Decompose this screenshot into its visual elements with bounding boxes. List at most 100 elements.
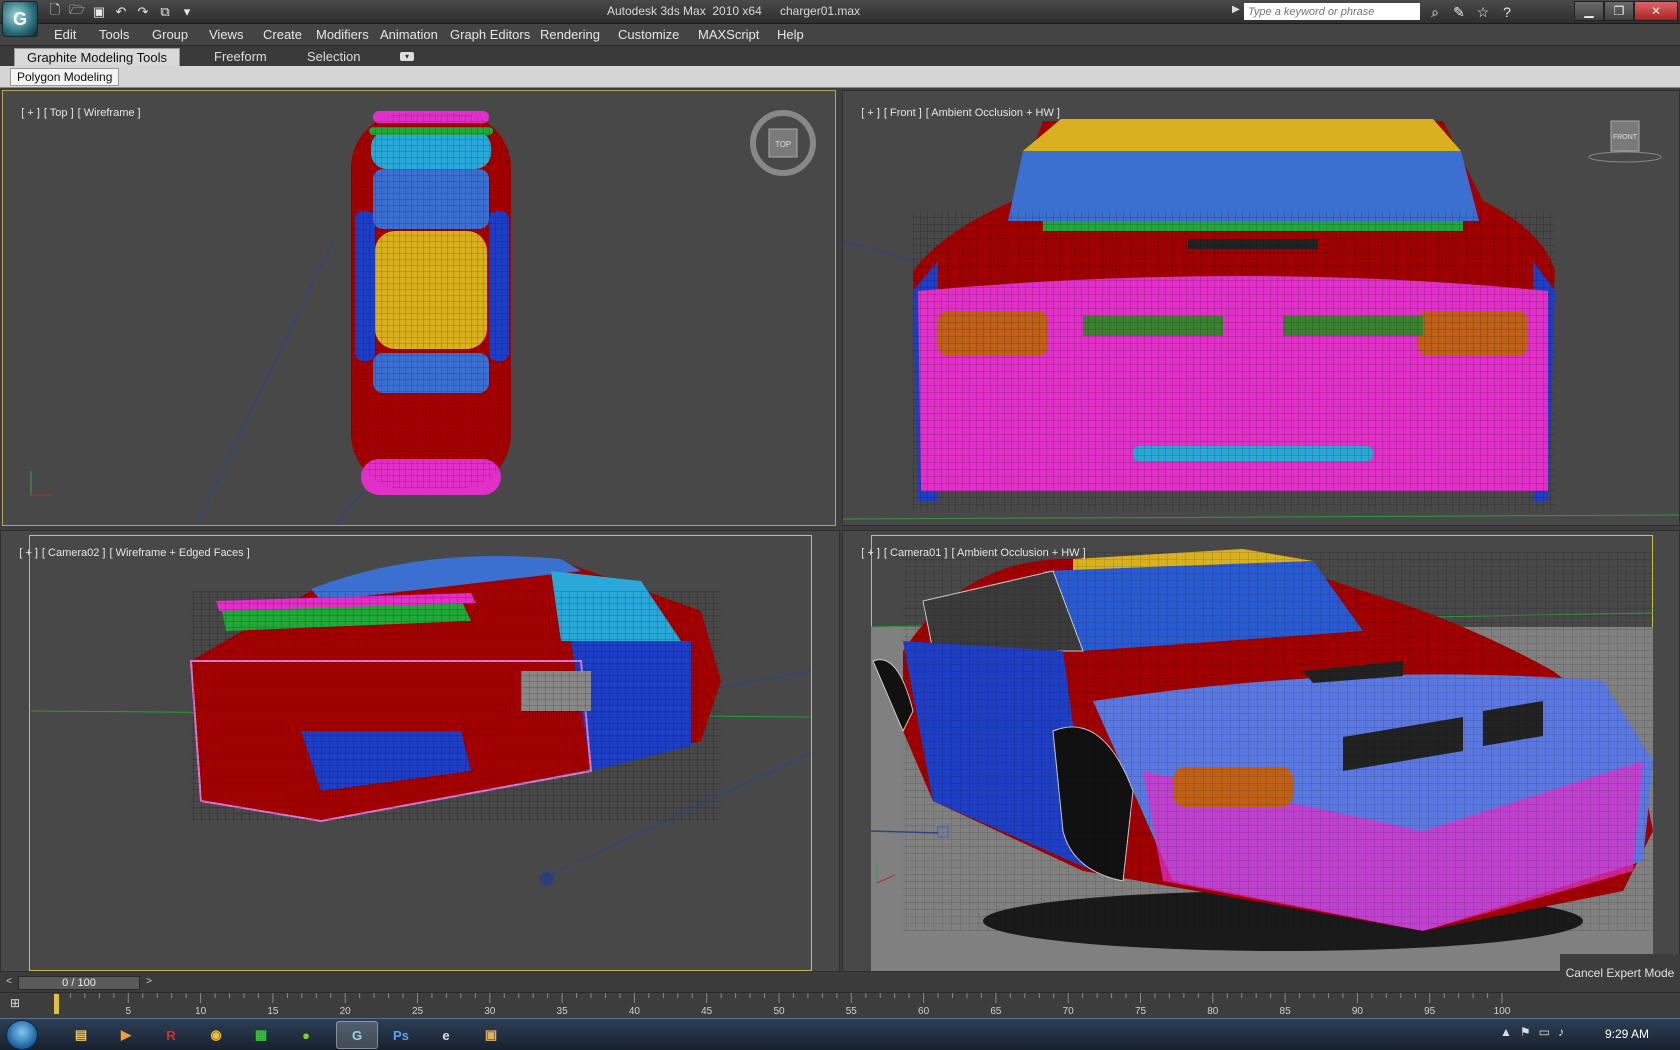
viewport-shading-menu[interactable]: [ Ambient Occlusion + HW ]	[951, 547, 1085, 559]
menu-customize[interactable]: Customize	[618, 27, 679, 42]
menu-group[interactable]: Group	[152, 27, 188, 42]
viewport-top-label[interactable]: [ + ] [ Top ] [ Wireframe ]	[9, 95, 145, 131]
cancel-expert-mode-button[interactable]: Cancel Expert Mode	[1560, 954, 1680, 992]
app-e-taskbar-icon[interactable]: e	[425, 1021, 467, 1049]
menu-edit[interactable]: Edit	[54, 27, 76, 42]
viewport-camera01[interactable]: [ + ] [ Camera01 ][ Ambient Occlusion + H…	[842, 530, 1680, 972]
viewcube-front-icon[interactable]: FRONT	[1588, 120, 1662, 163]
chrome-taskbar-icon[interactable]: ◉	[195, 1021, 237, 1049]
polygon-modeling-panel[interactable]: Polygon Modeling	[10, 68, 120, 86]
frame-tick-label: 80	[1207, 1006, 1219, 1017]
menu-views[interactable]: Views	[209, 27, 243, 42]
axis-tripod-icon	[30, 471, 53, 496]
minimize-button[interactable]: ▁	[1574, 1, 1604, 21]
viewcube-top-icon[interactable]: TOP	[750, 110, 816, 176]
close-button[interactable]: ✕	[1634, 1, 1678, 21]
open-file-icon[interactable]: 🗁	[68, 2, 86, 21]
help-icon[interactable]: ?	[1498, 3, 1516, 21]
frame-tick-label: 30	[484, 1006, 496, 1017]
frame-tick-label: 15	[267, 1006, 279, 1017]
photoshop-taskbar-icon[interactable]: Ps	[380, 1021, 422, 1049]
window-title: Autodesk 3ds Max 2010 x64	[607, 4, 762, 18]
viewport-menu-plus[interactable]: [ + ]	[19, 547, 38, 559]
menu-animation[interactable]: Animation	[380, 27, 438, 42]
svg-text:FRONT: FRONT	[1613, 134, 1638, 141]
frame-tick-label: 85	[1279, 1006, 1291, 1017]
taskbar-clock[interactable]: 9:29 AM	[1605, 1027, 1649, 1041]
menu-tools[interactable]: Tools	[99, 27, 129, 42]
viewport-shading-menu[interactable]: [ Wireframe ]	[78, 107, 141, 119]
ribbon-minimize-toggle[interactable]: ▾	[400, 52, 414, 61]
tab-freeform[interactable]: Freeform	[202, 48, 279, 66]
viewport-menu-plus[interactable]: [ + ]	[861, 547, 880, 559]
search-expand-icon[interactable]: ▶	[1232, 4, 1240, 15]
viewport-shading-menu[interactable]: [ Wireframe + Edged Faces ]	[109, 547, 249, 559]
tab-graphite-modeling-tools[interactable]: Graphite Modeling Tools	[14, 48, 180, 66]
viewport-menu-plus[interactable]: [ + ]	[21, 107, 40, 119]
viewport-point-of-view-menu[interactable]: [ Camera01 ]	[884, 547, 948, 559]
camera02-car-wireframe	[30, 555, 812, 886]
qat-dropdown-icon[interactable]: ▾	[178, 3, 196, 21]
frame-tick-label: 55	[845, 1006, 857, 1017]
ribbon-panel: Polygon Modeling	[0, 66, 1680, 88]
viewport-camera01-label[interactable]: [ + ] [ Camera01 ][ Ambient Occlusion + H…	[849, 535, 1090, 571]
media-player-taskbar-icon[interactable]: ▶	[105, 1021, 147, 1049]
title-bar: 🗋 🗁 ▣ ↶ ↷ ⧉ ▾ Autodesk 3ds Max 2010 x64 …	[0, 0, 1680, 24]
search-input[interactable]	[1244, 3, 1420, 20]
menu-modifiers[interactable]: Modifiers	[316, 27, 369, 42]
star-icon[interactable]: ☆	[1474, 3, 1492, 21]
frame-tick-label: 25	[411, 1006, 424, 1017]
frame-tick-label: 60	[918, 1006, 930, 1017]
viewport-front-label[interactable]: [ + ] [ Front ] [ Ambient Occlusion + HW ]	[849, 95, 1064, 131]
spreadsheet-taskbar-icon[interactable]: ▦	[240, 1021, 282, 1049]
ribbon-tab-bar: Graphite Modeling Tools Freeform Selecti…	[0, 46, 1680, 66]
viewport-camera02[interactable]: [ + ] [ Camera02 ][ Wireframe + Edged Fac…	[0, 530, 840, 972]
app-green-taskbar-icon[interactable]: ●	[285, 1021, 327, 1049]
viewport-point-of-view-menu[interactable]: [ Top ]	[44, 107, 74, 119]
redo-icon[interactable]: ↷	[134, 3, 152, 21]
tab-selection[interactable]: Selection	[295, 48, 372, 66]
binoculars-icon[interactable]: ⌕	[1426, 3, 1444, 21]
viewport-point-of-view-menu[interactable]: [ Camera02 ]	[42, 547, 106, 559]
viewport-camera02-label[interactable]: [ + ] [ Camera02 ][ Wireframe + Edged Fac…	[7, 535, 254, 571]
frame-tick-label: 95	[1424, 1006, 1436, 1017]
tray-expand-icon[interactable]: ▲	[1500, 1025, 1512, 1039]
menu-help[interactable]: Help	[777, 27, 804, 42]
file-name: charger01.max	[780, 4, 861, 18]
time-slider[interactable]: 0 / 100	[18, 976, 140, 990]
menu-graph-editors[interactable]: Graph Editors	[450, 27, 530, 42]
viewport-top[interactable]: TOP [ + ] [ Top ] [ Wireframe ]	[2, 90, 836, 526]
app-r-taskbar-icon[interactable]: R	[150, 1021, 192, 1049]
3dsmax-taskbar-icon[interactable]: G	[336, 1021, 378, 1049]
viewport-shading-menu[interactable]: [ Ambient Occlusion + HW ]	[926, 107, 1060, 119]
trackbar[interactable]: ⊞ 5 10 15 20 25 30 35 40 45 50 55 60 65 70 75 80 85 90 95 1…	[0, 992, 1680, 1018]
frame-tick-label: 65	[990, 1006, 1002, 1017]
tools-icon[interactable]: ✎	[1450, 3, 1468, 21]
new-file-icon[interactable]: 🗋	[46, 2, 64, 21]
app-logo-button[interactable]: G	[2, 1, 38, 37]
menu-create[interactable]: Create	[263, 27, 302, 42]
current-frame-marker[interactable]	[54, 994, 59, 1014]
viewport-menu-plus[interactable]: [ + ]	[861, 107, 880, 119]
explorer-taskbar-icon[interactable]: ▤	[60, 1021, 102, 1049]
viewport-front[interactable]: FRONT [ + ] [ Front ] [ Ambient Occlusion …	[842, 90, 1680, 526]
viewport-point-of-view-menu[interactable]: [ Front ]	[884, 107, 922, 119]
menu-rendering[interactable]: Rendering	[540, 27, 600, 42]
menu-maxscript[interactable]: MAXScript	[698, 27, 759, 42]
time-slider-next-button[interactable]: >	[142, 976, 156, 990]
time-slider-prev-button[interactable]: <	[2, 976, 16, 990]
frame-tick-label: 20	[339, 1006, 351, 1017]
start-button[interactable]	[6, 1020, 38, 1050]
frame-ruler[interactable]: 5 10 15 20 25 30 35 40 45 50 55 60 65 70 75 80 85 90 95 100	[54, 993, 1510, 1019]
maximize-button[interactable]: ❐	[1604, 1, 1634, 21]
save-icon[interactable]: ▣	[90, 3, 108, 21]
project-folder-icon[interactable]: ⧉	[156, 3, 174, 21]
network-icon[interactable]: ▭	[1539, 1025, 1550, 1039]
flag-icon[interactable]: ⚑	[1520, 1025, 1531, 1039]
frame-tick-label: 40	[628, 1006, 640, 1017]
volume-icon[interactable]: ♪	[1558, 1025, 1564, 1039]
frame-tick-label: 45	[701, 1006, 713, 1017]
curve-editor-icon[interactable]: ⊞	[10, 996, 32, 1014]
undo-icon[interactable]: ↶	[112, 3, 130, 21]
app-folder-taskbar-icon[interactable]: ▣	[470, 1021, 512, 1049]
